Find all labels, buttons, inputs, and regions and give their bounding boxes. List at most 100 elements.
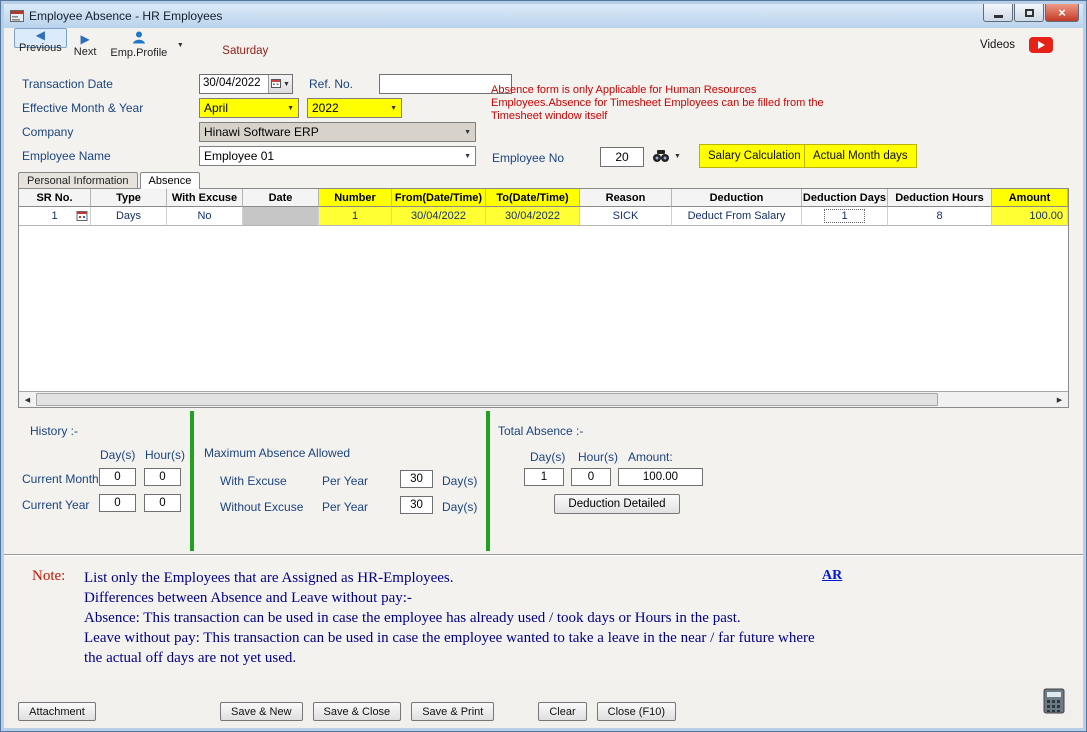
cell-sr-no[interactable]: 1 [19,207,91,226]
employee-no-label: Employee No [492,151,564,165]
without-excuse-unit: Day(s) [442,500,477,514]
col-header-to: To(Date/Time) [486,189,580,207]
cell-number[interactable]: 1 [319,207,392,226]
emp-profile-button[interactable]: Emp.Profile [103,28,174,62]
salary-calculation-button[interactable]: Salary Calculation [699,144,810,168]
ref-no-label: Ref. No. [309,77,379,91]
tab-absence[interactable]: Absence [140,172,201,189]
search-binoculars-icon[interactable] [652,149,670,166]
close-button[interactable]: × [1045,4,1079,22]
videos-link[interactable]: Videos [980,39,1015,51]
date-picker-dropdown-button[interactable]: ▼ [268,75,292,93]
previous-button[interactable]: ◀ Previous [14,28,67,48]
tab-personal-information[interactable]: Personal Information [18,172,138,188]
chevron-down-icon: ▼ [177,42,184,49]
col-header-type: Type [91,189,167,207]
cell-date[interactable] [243,207,319,226]
save-new-button[interactable]: Save & New [220,702,303,721]
save-print-button[interactable]: Save & Print [411,702,494,721]
with-excuse-input[interactable] [400,470,433,488]
attachment-button[interactable]: Attachment [18,702,96,721]
total-days-header: Day(s) [530,450,565,464]
employee-no-input[interactable] [600,147,644,167]
year-select[interactable]: 2022 ▼ [307,98,402,118]
total-absence-title: Total Absence :- [498,424,583,438]
current-year-hours-input[interactable] [144,494,181,512]
toolbar-right: Videos [980,28,1053,62]
app-window: Employee Absence - HR Employees × ◀ Prev… [0,0,1087,732]
chevron-down-icon: ▼ [287,105,294,112]
current-month-hours-input[interactable] [144,468,181,486]
total-days-input[interactable] [524,468,564,486]
employee-name-value: Employee 01 [204,149,274,163]
close-f10-button[interactable]: Close (F10) [597,702,676,721]
note-line-4: Leave without pay: This transaction can … [84,628,836,668]
arrow-left-icon: ◀ [36,29,45,42]
month-select[interactable]: April ▼ [199,98,299,118]
header-form: Transaction Date 30/04/2022 ▼ Ref. No. E… [4,62,1083,170]
scroll-left-button[interactable]: ◀ [19,392,36,407]
actual-month-days-button[interactable]: Actual Month days [804,144,917,168]
col-header-deduction: Deduction [672,189,802,207]
cell-amount[interactable]: 100.00 [992,207,1068,226]
with-excuse-per-label: Per Year [322,474,368,488]
app-icon [10,10,24,22]
horizontal-scrollbar: ◀ ▶ [19,391,1068,407]
chevron-down-icon: ▼ [464,129,471,136]
transaction-date-value[interactable]: 30/04/2022 [200,75,268,93]
emp-profile-dropdown-button[interactable]: ▼ [174,28,186,62]
note-line-3: Absence: This transaction can be used in… [84,608,836,628]
save-close-button[interactable]: Save & Close [313,702,402,721]
col-header-date: Date [243,189,319,207]
cell-deduction[interactable]: Deduct From Salary [672,207,802,226]
current-month-days-input[interactable] [99,468,136,486]
without-excuse-per-label: Per Year [322,500,368,514]
employee-name-select[interactable]: Employee 01 ▼ [199,146,476,166]
next-button[interactable]: ▶ Next [67,28,104,62]
row-selector-icon[interactable] [76,210,88,225]
minimize-button[interactable] [983,4,1013,22]
total-hours-input[interactable] [571,468,611,486]
maximize-button[interactable] [1014,4,1044,22]
calculator-icon[interactable] [1043,688,1065,717]
col-header-reason: Reason [580,189,672,207]
titlebar: Employee Absence - HR Employees × [4,4,1083,28]
effective-month-year-label: Effective Month & Year [22,101,199,115]
maximize-icon [1025,9,1034,17]
employee-search-dropdown-button[interactable]: ▼ [674,153,681,160]
current-year-label: Current Year [22,498,89,512]
cell-deduction-days[interactable]: 1 [802,207,888,226]
history-days-header: Day(s) [100,448,135,462]
close-icon: × [1058,6,1066,19]
deduction-detailed-button[interactable]: Deduction Detailed [554,494,680,514]
window-controls: × [983,4,1079,22]
cell-to-date[interactable]: 30/04/2022 [486,207,580,226]
scroll-right-button[interactable]: ▶ [1051,392,1068,407]
cell-reason[interactable]: SICK [580,207,672,226]
cell-with-excuse[interactable]: No [167,207,243,226]
sr-no-value: 1 [51,210,57,222]
ar-language-link[interactable]: AR [822,568,842,584]
without-excuse-input[interactable] [400,496,433,514]
note-text: List only the Employees that are Assigne… [84,568,836,668]
total-amount-input[interactable] [618,468,703,486]
clear-button[interactable]: Clear [538,702,586,721]
without-excuse-label: Without Excuse [220,500,303,514]
company-label: Company [22,125,199,139]
youtube-icon[interactable] [1029,37,1053,53]
grid-data-row: 1 Days No 1 30/04/2022 30/04/2022 SICK D… [19,207,1068,226]
total-absence-section: Total Absence :- Day(s) Hour(s) Amount: … [490,408,1083,554]
company-select[interactable]: Hinawi Software ERP ▼ [199,122,476,142]
absence-grid: SR No. Type With Excuse Date Number From… [18,188,1069,408]
cell-type[interactable]: Days [91,207,167,226]
chevron-down-icon: ▼ [464,153,471,160]
max-absence-section: Maximum Absence Allowed With Excuse Per … [194,408,486,554]
arrow-right-icon: ▶ [80,33,89,46]
note-line-1: List only the Employees that are Assigne… [84,568,836,588]
cell-from-date[interactable]: 30/04/2022 [392,207,486,226]
scrollbar-thumb[interactable] [36,393,938,406]
note-section: Note: List only the Employees that are A… [4,556,1083,680]
action-buttons: Save & New Save & Close Save & Print Cle… [220,702,676,721]
cell-deduction-hours[interactable]: 8 [888,207,992,226]
current-year-days-input[interactable] [99,494,136,512]
